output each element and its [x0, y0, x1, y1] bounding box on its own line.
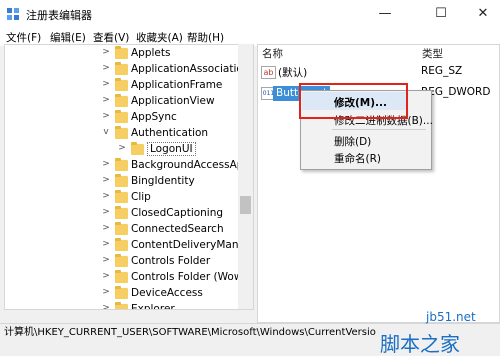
- tree-item-label: ContentDeliveryManage: [131, 239, 254, 251]
- chevron-down-icon[interactable]: v: [101, 127, 111, 137]
- tree-item-label: ApplicationView: [131, 95, 215, 107]
- minimize-button[interactable]: —: [362, 0, 408, 28]
- menu-view[interactable]: 查看(V): [93, 30, 129, 45]
- highlight-annotation-box: [299, 83, 408, 119]
- chevron-right-icon[interactable]: >: [117, 143, 127, 153]
- tree-scrollbar-thumb[interactable]: [240, 196, 251, 214]
- chevron-right-icon[interactable]: >: [101, 79, 111, 89]
- tree-item-label: BingIdentity: [131, 175, 195, 187]
- folder-icon: [115, 222, 128, 235]
- close-button[interactable]: ✕: [460, 0, 500, 28]
- folder-icon: [115, 174, 128, 187]
- tree-item-label: Controls Folder (Wow6: [131, 271, 250, 283]
- menu-help[interactable]: 帮助(H): [187, 30, 224, 45]
- chevron-right-icon[interactable]: >: [101, 223, 111, 233]
- folder-icon: [115, 62, 128, 75]
- window-title: 注册表编辑器: [26, 9, 92, 22]
- tree-item-label: DeviceAccess: [131, 287, 203, 299]
- chevron-right-icon[interactable]: >: [101, 271, 111, 281]
- registry-tree[interactable]: > Applets > ApplicationAssociation1 > Ap…: [4, 44, 254, 323]
- tree-horizontal-scrollbar[interactable]: [4, 309, 254, 324]
- folder-icon: [131, 142, 144, 155]
- folder-icon: [115, 190, 128, 203]
- tree-item-label: Authentication: [131, 127, 209, 139]
- chevron-right-icon[interactable]: >: [101, 95, 111, 105]
- folder-icon: [115, 254, 128, 267]
- tree-item-label: ConnectedSearch: [131, 223, 224, 235]
- chevron-right-icon[interactable]: >: [101, 63, 111, 73]
- chevron-right-icon[interactable]: >: [101, 175, 111, 185]
- tree-item-label: BackgroundAccessApp: [131, 159, 251, 171]
- menu-favorites[interactable]: 收藏夹(A): [136, 30, 183, 45]
- tree-item-label: ApplicationFrame: [131, 79, 223, 91]
- column-header-name[interactable]: 名称: [262, 46, 283, 61]
- chevron-right-icon[interactable]: >: [101, 287, 111, 297]
- chevron-right-icon[interactable]: >: [101, 47, 111, 57]
- watermark-name: 脚本之家: [380, 332, 460, 356]
- folder-icon: [115, 158, 128, 171]
- registry-editor-icon: [7, 8, 19, 20]
- delete-menu-item[interactable]: 删除(D): [334, 134, 371, 149]
- chevron-right-icon[interactable]: >: [101, 207, 111, 217]
- tree-item-label: Clip: [131, 191, 151, 203]
- maximize-button[interactable]: ☐: [418, 0, 464, 28]
- menu-edit[interactable]: 编辑(E): [50, 30, 86, 45]
- folder-icon: [115, 46, 128, 59]
- tree-vertical-scrollbar[interactable]: [238, 44, 253, 323]
- folder-icon: [115, 286, 128, 299]
- value-name: (默认): [278, 67, 308, 79]
- folder-icon: [115, 94, 128, 107]
- string-value-icon: ab: [261, 66, 276, 79]
- folder-icon: [115, 238, 128, 251]
- chevron-right-icon[interactable]: >: [101, 255, 111, 265]
- tree-item-label: ClosedCaptioning: [131, 207, 224, 219]
- chevron-right-icon[interactable]: >: [101, 111, 111, 121]
- chevron-right-icon[interactable]: >: [101, 191, 111, 201]
- folder-icon: [115, 206, 128, 219]
- chevron-right-icon[interactable]: >: [101, 159, 111, 169]
- menu-file[interactable]: 文件(F): [6, 30, 41, 45]
- rename-menu-item[interactable]: 重命名(R): [334, 151, 381, 166]
- folder-icon: [115, 110, 128, 123]
- tree-item-label: Controls Folder: [131, 255, 211, 267]
- tree-item-label: Applets: [131, 47, 171, 59]
- folder-icon: [115, 126, 128, 139]
- chevron-right-icon[interactable]: >: [101, 239, 111, 249]
- tree-item-label: LogonUI: [147, 142, 196, 156]
- value-row-default[interactable]: ab (默认) REG_SZ: [260, 64, 500, 80]
- tree-item-label: ApplicationAssociation1: [131, 63, 254, 75]
- watermark-site: jb51.net: [426, 310, 476, 324]
- value-type: REG_SZ: [421, 65, 463, 77]
- folder-icon: [115, 270, 128, 283]
- status-path: 计算机\HKEY_CURRENT_USER\SOFTWARE\Microsoft…: [4, 327, 376, 338]
- folder-icon: [115, 78, 128, 91]
- context-menu-divider: [332, 129, 426, 130]
- column-header-type[interactable]: 类型: [422, 46, 443, 61]
- tree-item-label: AppSync: [131, 111, 177, 123]
